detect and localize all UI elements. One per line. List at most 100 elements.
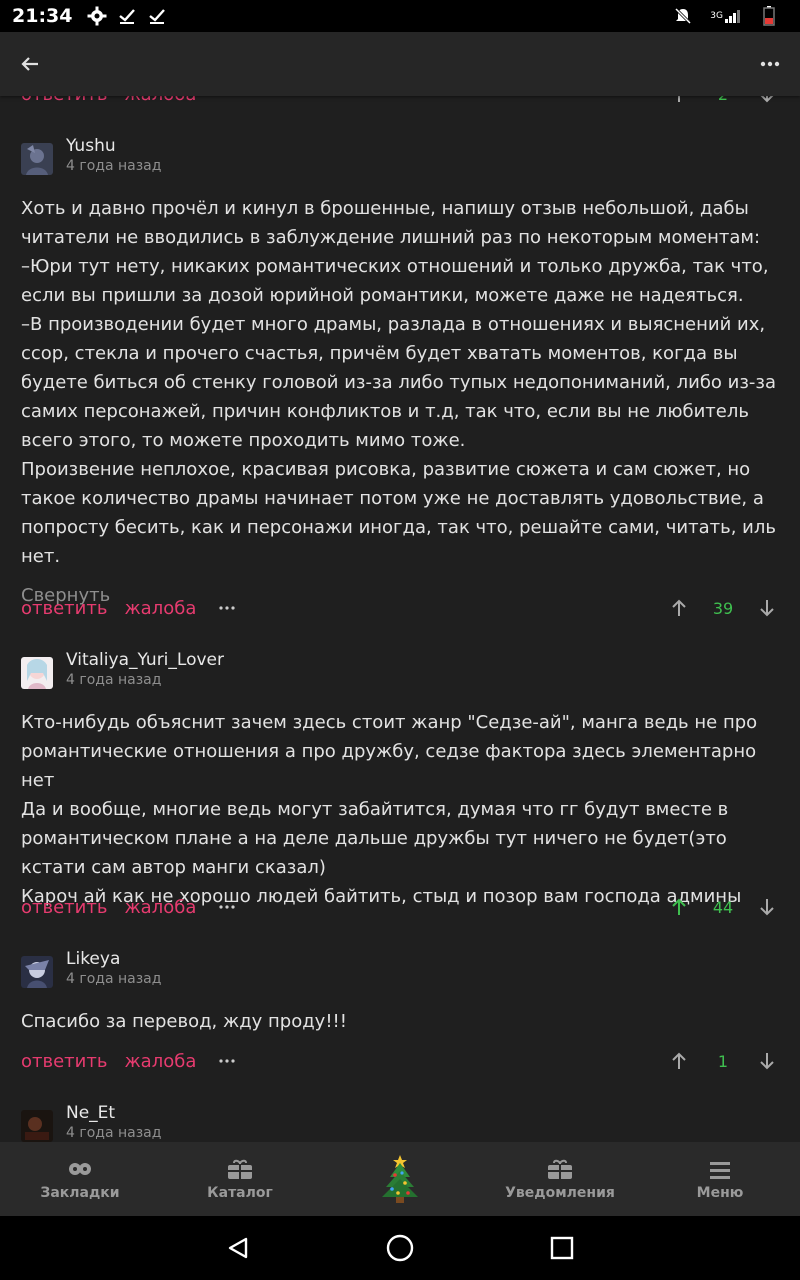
comment-time: 4 года назад (66, 158, 162, 174)
more-options-button[interactable] (217, 905, 237, 909)
circle-home-icon (386, 1234, 414, 1262)
comment: Ne_Et 4 года назад (0, 1103, 800, 1142)
comment-paragraph: –В производении будет много драмы, разла… (21, 314, 777, 451)
reply-link[interactable]: ответить (21, 598, 107, 619)
comment-paragraph: –Юри тут нету, никаких романтических отн… (21, 256, 769, 306)
back-button[interactable] (14, 48, 46, 80)
status-time: 21:34 (12, 5, 73, 27)
more-options-button[interactable] (217, 606, 237, 610)
upvote-button[interactable] (667, 895, 691, 919)
username[interactable]: Yushu (66, 136, 161, 156)
nav-menu[interactable]: Меню (640, 1142, 800, 1216)
avatar[interactable] (21, 657, 53, 689)
downvote-button[interactable] (755, 895, 779, 919)
battery-icon (758, 5, 780, 27)
system-home-button[interactable] (384, 1232, 416, 1264)
arrow-up-icon (678, 96, 680, 102)
report-link[interactable]: жалоба (124, 1051, 196, 1072)
comment-paragraph: Да и вообще, многие ведь могут забайтитс… (21, 799, 729, 878)
nav-label: Каталог (207, 1185, 273, 1201)
vote-controls: 2 (667, 96, 779, 106)
comment-text: Хоть и давно прочёл и кинул в брошенные,… (21, 194, 779, 571)
comment-paragraph: Хоть и давно прочёл и кинул в брошенные,… (21, 198, 761, 248)
comment: Likeya 4 года назад Спасибо за перевод, … (0, 949, 800, 1036)
nav-bookmarks[interactable]: Закладки (0, 1142, 160, 1216)
arrow-down-icon (760, 600, 774, 617)
avatar[interactable] (21, 1110, 53, 1142)
3g-signal-icon: 3G (710, 5, 742, 27)
comment-time: 4 года назад (66, 672, 162, 688)
comment-actions: ответить жалоба 39 (0, 588, 800, 628)
comment-time: 4 года назад (66, 971, 162, 987)
comment-text: Спасибо за перевод, жду проду!!! (21, 1007, 779, 1036)
reply-link[interactable]: ответить (21, 1051, 107, 1072)
nav-label: Меню (696, 1185, 744, 1201)
nav-home[interactable] (320, 1142, 480, 1216)
vote-count: 1 (717, 1051, 729, 1071)
more-button[interactable] (754, 48, 786, 80)
arrow-left-icon (21, 57, 38, 71)
comment-paragraph: Спасибо за перевод, жду проду!!! (21, 1011, 347, 1032)
nav-label: Уведомления (505, 1185, 615, 1201)
report-link[interactable]: жалоба (124, 96, 196, 105)
upvote-button[interactable] (667, 96, 691, 106)
report-link[interactable]: жалоба (124, 598, 196, 619)
comment: Yushu 4 года назад Хоть и давно прочёл и… (0, 136, 800, 606)
vote-controls: 39 (667, 596, 779, 620)
check-download-icon (116, 5, 138, 27)
settings-icon (86, 5, 108, 27)
arrow-down-icon (760, 899, 774, 916)
more-horizontal-icon (760, 61, 780, 67)
menu-icon (706, 1157, 734, 1183)
nav-label: Закладки (40, 1185, 120, 1201)
more-horizontal-icon (219, 1059, 235, 1063)
mute-icon (672, 5, 694, 27)
vote-count: 2 (691, 96, 755, 104)
username[interactable]: Ne_Et (66, 1103, 161, 1123)
vote-count: 44 (712, 897, 734, 917)
check-download-icon (146, 5, 168, 27)
arrow-up-icon (672, 898, 686, 915)
system-navigation (0, 1216, 800, 1280)
system-recents-button[interactable] (546, 1232, 578, 1264)
reply-link[interactable]: ответить (21, 96, 107, 105)
arrow-up-icon (672, 1052, 686, 1069)
notifications-icon (546, 1157, 574, 1183)
christmas-tree-icon (376, 1151, 424, 1205)
bottom-navigation: Закладки Каталог Уведомления Меню (0, 1142, 800, 1216)
downvote-button[interactable] (755, 596, 779, 620)
comment-actions: ответить жалоба 44 (0, 887, 800, 927)
network-label: 3G (710, 11, 723, 21)
comment-text: Кто-нибудь объяснит зачем здесь стоит жа… (21, 708, 779, 911)
downvote-button[interactable] (755, 96, 779, 106)
reply-link[interactable]: ответить (21, 897, 107, 918)
upvote-button[interactable] (667, 596, 691, 620)
vote-controls: 1 (667, 1049, 779, 1073)
downvote-button[interactable] (755, 1049, 779, 1073)
arrow-down-icon (760, 96, 774, 103)
more-options-button[interactable] (217, 1059, 237, 1063)
vote-count: 39 (712, 598, 734, 618)
more-horizontal-icon (219, 905, 235, 909)
system-back-button[interactable] (222, 1232, 254, 1264)
arrow-up-icon (672, 599, 686, 616)
square-recents-icon (550, 1236, 574, 1260)
username[interactable]: Likeya (66, 949, 161, 969)
comment-paragraph: Кто-нибудь объяснит зачем здесь стоит жа… (21, 712, 758, 791)
username[interactable]: Vitaliya_Yuri_Lover (66, 650, 224, 670)
upvote-button[interactable] (667, 1049, 691, 1073)
status-bar: 21:34 3G (0, 0, 800, 32)
more-horizontal-icon (219, 606, 235, 610)
avatar[interactable] (21, 956, 53, 988)
app-header (0, 32, 800, 96)
catalog-icon (226, 1157, 254, 1183)
comment: Vitaliya_Yuri_Lover 4 года назад Кто-ниб… (0, 650, 800, 911)
report-link[interactable]: жалоба (124, 897, 196, 918)
vote-controls: 44 (667, 895, 779, 919)
comments-list: ответить жалоба 2 Yushu 4 года назад Хот… (0, 96, 800, 1142)
bookmarks-icon (66, 1157, 94, 1183)
nav-catalog[interactable]: Каталог (160, 1142, 320, 1216)
arrow-down-icon (760, 1053, 774, 1070)
nav-notifications[interactable]: Уведомления (480, 1142, 640, 1216)
avatar[interactable] (21, 143, 53, 175)
